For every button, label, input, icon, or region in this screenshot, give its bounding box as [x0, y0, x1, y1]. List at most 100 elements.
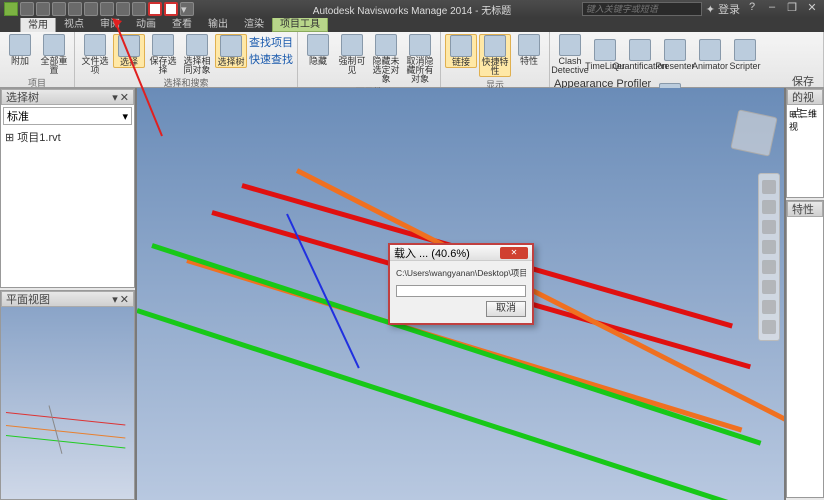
panel-project: 附加 全部重置 项目: [0, 32, 75, 87]
link-quick-find[interactable]: 快速查找: [249, 51, 293, 67]
loading-dialog: 载入 ... (40.6%) ✕ C:\Users\wangyanan\Desk…: [388, 243, 534, 325]
maximize-button[interactable]: ❐: [784, 1, 800, 17]
chevron-down-icon: ▾: [122, 110, 128, 123]
btn-quick-props[interactable]: 快捷特性: [479, 34, 511, 77]
nav-pan-icon[interactable]: [762, 200, 776, 214]
nav-orbit-icon[interactable]: [762, 240, 776, 254]
btn-sel-tree[interactable]: 选择树: [215, 34, 247, 68]
tree-item[interactable]: ⊞ 项目1.rvt: [5, 129, 130, 145]
btn-unhide-all[interactable]: 取消隐藏所有对象: [404, 34, 436, 84]
nav-zoom-icon[interactable]: [762, 220, 776, 234]
props-icon: [518, 34, 540, 56]
pin-icon[interactable]: ▾: [112, 293, 118, 306]
qat-new-icon[interactable]: [20, 2, 34, 16]
animator-icon: [699, 39, 721, 61]
nav-camera-icon[interactable]: [762, 320, 776, 334]
dialog-titlebar[interactable]: 载入 ... (40.6%) ✕: [390, 245, 532, 261]
progress-bar: [396, 285, 526, 297]
app-logo-icon[interactable]: [4, 2, 18, 16]
panel-display: 链接 快捷特性 特性 显示: [441, 32, 550, 87]
hide-icon: [307, 34, 329, 56]
btn-hide-unsel[interactable]: 隐藏未选定对象: [370, 34, 402, 84]
btn-links[interactable]: 链接: [445, 34, 477, 68]
nav-wheel-icon[interactable]: [762, 180, 776, 194]
btn-props[interactable]: 特性: [513, 34, 545, 66]
btn-animator[interactable]: Animator: [694, 39, 726, 71]
title-bar: ▾ Autodesk Navisworks Manage 2014 - 无标题 …: [0, 0, 824, 18]
link-find-items[interactable]: 查找项目: [249, 34, 293, 50]
selection-tree-body[interactable]: ⊞ 项目1.rvt: [1, 127, 134, 287]
hideunsel-icon: [375, 34, 397, 56]
qat-hl1-icon[interactable]: [148, 2, 162, 16]
selection-tree-panel: 选择树 ▾✕ 标准 ▾ ⊞ 项目1.rvt: [0, 88, 135, 288]
panel-select-title: 选择和搜索: [79, 75, 293, 89]
scripter-icon: [734, 39, 756, 61]
qat-open-icon[interactable]: [36, 2, 50, 16]
btn-quant[interactable]: Quantification: [624, 39, 656, 71]
qat-select-icon[interactable]: [132, 2, 146, 16]
dialog-close-button[interactable]: ✕: [500, 247, 528, 259]
select-icon: [118, 35, 140, 57]
append-icon: [9, 34, 31, 56]
unhide-icon: [409, 34, 431, 56]
properties-panel: 特性: [786, 200, 824, 498]
btn-sel-same[interactable]: 选择相同对象: [181, 34, 213, 75]
saved-vp-header[interactable]: 保存的视点: [787, 89, 823, 105]
help-icon[interactable]: ?: [744, 1, 760, 17]
close-panel-icon[interactable]: ✕: [120, 293, 129, 306]
btn-file-opts[interactable]: 文件选项: [79, 34, 111, 75]
qat-hl2-icon[interactable]: [164, 2, 178, 16]
title-right: ✦ 登录 ? – ❐ ✕: [702, 1, 824, 17]
window-title: Autodesk Navisworks Manage 2014 - 无标题: [313, 2, 511, 17]
btn-reset-all[interactable]: 全部重置: [38, 34, 70, 75]
btn-select[interactable]: 选择: [113, 34, 145, 68]
quick-access-toolbar: ▾: [0, 0, 198, 18]
qat-print-icon[interactable]: [68, 2, 82, 16]
panel-select: 文件选项 选择 保存选择 选择相同对象 选择树 查找项目 快速查找 选择和搜索: [75, 32, 298, 87]
btn-scripter[interactable]: Scripter: [729, 39, 761, 71]
pin-icon[interactable]: ▾: [112, 91, 118, 104]
qat-dropdown-icon[interactable]: ▾: [180, 2, 194, 16]
panel-visibility: 隐藏 强制可见 隐藏未选定对象 取消隐藏所有对象 可见性: [298, 32, 441, 87]
btn-save-sel[interactable]: 保存选择: [147, 34, 179, 75]
seltree-icon: [220, 35, 242, 57]
props-header[interactable]: 特性: [787, 201, 823, 217]
plan-view-title: 平面视图: [6, 291, 50, 307]
dropdown-value: 标准: [7, 108, 29, 124]
btn-append[interactable]: 附加: [4, 34, 36, 66]
qat-redo-icon[interactable]: [116, 2, 130, 16]
left-dock: 选择树 ▾✕ 标准 ▾ ⊞ 项目1.rvt 平面视图 ▾✕: [0, 88, 137, 500]
user-menu[interactable]: ✦ 登录: [706, 1, 740, 17]
plan-view-canvas[interactable]: [1, 307, 134, 499]
panel-project-title: 项目: [4, 75, 70, 89]
btn-require[interactable]: 强制可见: [336, 34, 368, 75]
nav-fly-icon[interactable]: [762, 300, 776, 314]
fileopts-icon: [84, 34, 106, 56]
help-search-input[interactable]: [582, 2, 702, 16]
minimize-button[interactable]: –: [764, 1, 780, 17]
qat-refresh-icon[interactable]: [84, 2, 98, 16]
dialog-file-path: C:\Users\wangyanan\Desktop\项目1.rvt: [396, 267, 526, 279]
saved-viewpoints-panel: 保存的视点 ⊞ 三维视: [786, 88, 824, 198]
qat-undo-icon[interactable]: [100, 2, 114, 16]
btn-clash[interactable]: Clash Detective: [554, 34, 586, 75]
viewcube[interactable]: [730, 109, 777, 156]
ribbon-tabstrip: 常用 视点 审阅 动画 查看 输出 渲染 项目工具: [0, 18, 824, 32]
btn-hide[interactable]: 隐藏: [302, 34, 334, 66]
qat-save-icon[interactable]: [52, 2, 66, 16]
plan-view-panel: 平面视图 ▾✕: [0, 290, 135, 500]
selection-tree-header[interactable]: 选择树 ▾✕: [1, 89, 134, 105]
nav-walk-icon[interactable]: [762, 280, 776, 294]
close-button[interactable]: ✕: [804, 1, 820, 17]
close-panel-icon[interactable]: ✕: [120, 91, 129, 104]
cancel-button[interactable]: 取消: [486, 301, 526, 317]
timeliner-icon: [594, 39, 616, 61]
props-title: 特性: [792, 201, 814, 217]
nav-look-icon[interactable]: [762, 260, 776, 274]
ribbon: 附加 全部重置 项目 文件选项 选择 保存选择 选择相同对象 选择树 查找项目 …: [0, 32, 824, 88]
btn-presenter[interactable]: Presenter: [659, 39, 691, 71]
plan-view-header[interactable]: 平面视图 ▾✕: [1, 291, 134, 307]
clash-icon: [559, 34, 581, 56]
selection-tree-mode-dropdown[interactable]: 标准 ▾: [3, 107, 132, 125]
savesel-icon: [152, 34, 174, 56]
